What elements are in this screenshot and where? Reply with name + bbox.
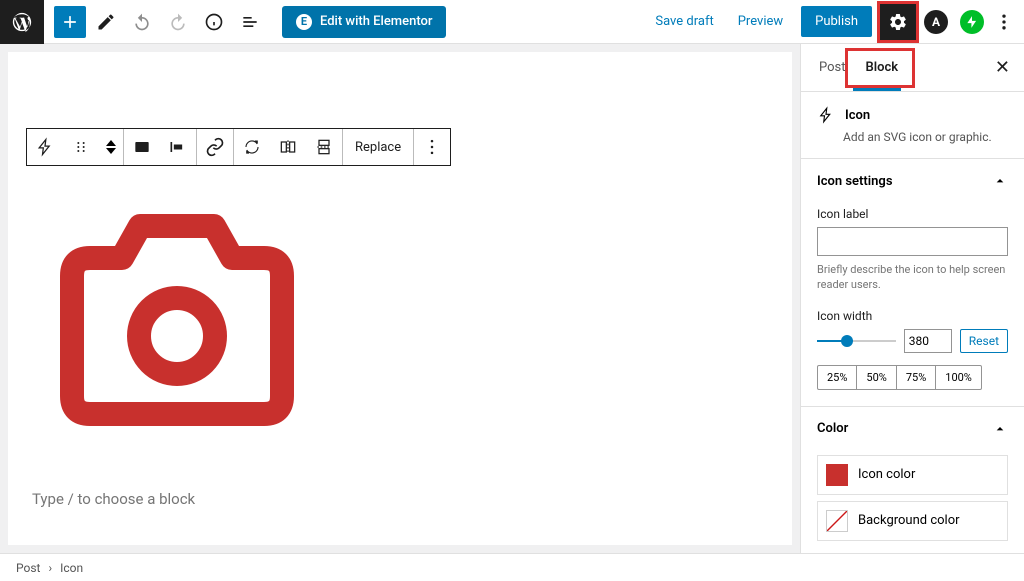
icon-color-item[interactable]: Icon color: [817, 455, 1008, 495]
block-description: Add an SVG icon or graphic.: [843, 130, 1008, 144]
preview-button[interactable]: Preview: [728, 6, 793, 37]
settings-sidebar: Post Block ✕ Icon Add an SVG icon or gra…: [800, 44, 1024, 553]
color-swatch-icon: [826, 464, 848, 486]
width-presets: 25% 50% 75% 100%: [817, 365, 982, 390]
icon-label-label: Icon label: [817, 207, 1008, 221]
flip-vertical-icon[interactable]: [306, 129, 342, 165]
block-name: Icon: [845, 108, 870, 123]
breadcrumb-post[interactable]: Post: [16, 561, 40, 575]
tab-underline: [853, 88, 901, 91]
astra-icon[interactable]: A: [924, 10, 948, 34]
reset-width-button[interactable]: Reset: [960, 329, 1008, 353]
editor-canvas-area[interactable]: Replace Type / to choose a block: [0, 44, 800, 553]
rotate-icon[interactable]: [234, 129, 270, 165]
block-type-icon[interactable]: [27, 129, 63, 165]
breadcrumb: Post › Icon: [0, 553, 1024, 581]
tab-highlight: [845, 48, 915, 88]
icon-width-label: Icon width: [817, 309, 1008, 323]
block-toolbar: Replace: [26, 128, 451, 166]
preset-100[interactable]: 100%: [936, 366, 981, 389]
undo-icon[interactable]: [126, 6, 158, 38]
camera-icon-block[interactable]: [42, 196, 768, 430]
icon-width-input[interactable]: [904, 329, 952, 353]
chevron-up-icon: [992, 173, 1008, 189]
save-draft-button[interactable]: Save draft: [645, 6, 723, 37]
edit-elementor-button[interactable]: E Edit with Elementor: [282, 6, 446, 38]
edit-icon[interactable]: [90, 6, 122, 38]
move-up-down[interactable]: [99, 129, 123, 165]
settings-button[interactable]: [880, 4, 916, 40]
flip-horizontal-icon[interactable]: [270, 129, 306, 165]
background-color-item[interactable]: Background color: [817, 501, 1008, 541]
more-options-icon[interactable]: [992, 6, 1016, 38]
align-icon[interactable]: [124, 129, 160, 165]
icon-width-slider[interactable]: [817, 331, 896, 351]
justify-icon[interactable]: [160, 129, 196, 165]
elementor-label: Edit with Elementor: [320, 14, 432, 29]
icon-label-help: Briefly describe the icon to help screen…: [817, 262, 1008, 293]
wordpress-logo[interactable]: [0, 0, 44, 44]
drag-handle-icon[interactable]: [63, 129, 99, 165]
lightning-icon: [817, 106, 835, 124]
chevron-up-icon: [992, 421, 1008, 437]
redo-icon[interactable]: [162, 6, 194, 38]
add-block-button[interactable]: [54, 6, 86, 38]
link-icon[interactable]: [197, 129, 233, 165]
preset-50[interactable]: 50%: [857, 366, 896, 389]
color-swatch-bg: [826, 510, 848, 532]
block-placeholder[interactable]: Type / to choose a block: [32, 490, 768, 508]
block-more-icon[interactable]: [414, 129, 450, 165]
info-icon[interactable]: [198, 6, 230, 38]
jetpack-icon[interactable]: [960, 10, 984, 34]
elementor-logo-icon: E: [296, 14, 312, 30]
breadcrumb-icon[interactable]: Icon: [60, 561, 83, 575]
preset-75[interactable]: 75%: [897, 366, 936, 389]
publish-button[interactable]: Publish: [801, 6, 872, 37]
outline-icon[interactable]: [234, 6, 266, 38]
icon-label-input[interactable]: [817, 227, 1008, 256]
preset-25[interactable]: 25%: [818, 366, 857, 389]
panel-icon-settings[interactable]: Icon settings: [801, 159, 1024, 203]
replace-button[interactable]: Replace: [343, 129, 413, 165]
close-sidebar-icon[interactable]: ✕: [989, 57, 1016, 78]
panel-color[interactable]: Color: [801, 407, 1024, 451]
